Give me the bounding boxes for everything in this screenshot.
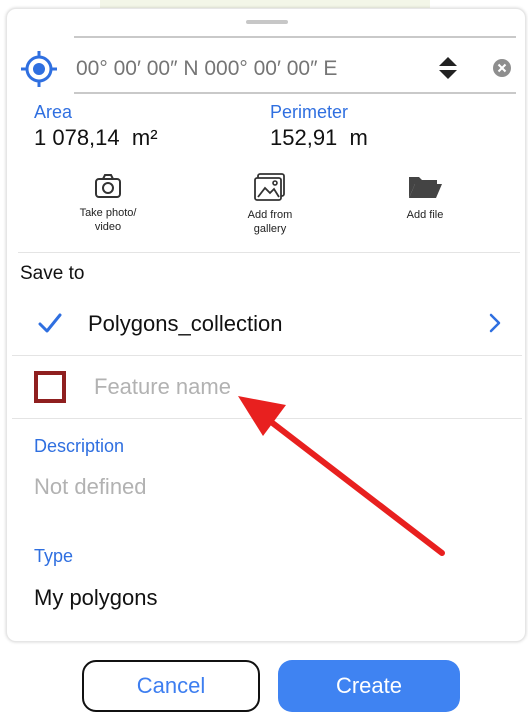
folder-icon	[409, 177, 442, 198]
collection-name: Polygons_collection	[88, 311, 283, 336]
area-metric: Area 1 078,14 m²	[34, 102, 158, 151]
create-button[interactable]: Create	[278, 660, 460, 712]
feature-name-checkbox[interactable]	[34, 371, 66, 403]
add-file-label: Add file	[406, 209, 444, 221]
sheet-grabber[interactable]	[246, 20, 288, 24]
cancel-button[interactable]: Cancel	[82, 660, 260, 712]
add-from-gallery-label-2: gallery	[253, 223, 287, 235]
area-label: Area	[34, 102, 73, 122]
up-down-arrows-icon[interactable]	[437, 54, 459, 82]
checkmark-icon	[38, 313, 62, 333]
perimeter-metric: Perimeter 152,91 m	[270, 102, 368, 151]
perimeter-label: Perimeter	[270, 102, 349, 122]
gallery-icon	[254, 173, 285, 201]
attachment-actions: Take photo/ video Add from gallery Add f…	[20, 172, 520, 246]
type-value[interactable]: My polygons	[34, 585, 158, 611]
perimeter-value: 152,91 m	[270, 125, 368, 150]
actions-divider	[18, 252, 520, 253]
coordinate-field-bottom-border	[74, 92, 516, 94]
take-photo-button[interactable]: Take photo/ video	[48, 172, 168, 234]
area-value: 1 078,14 m²	[34, 125, 158, 150]
chevron-right-icon	[489, 313, 501, 333]
feature-name-row	[12, 356, 522, 416]
clear-icon[interactable]	[492, 58, 512, 78]
feature-name-input[interactable]	[94, 372, 474, 402]
coordinates-input[interactable]	[76, 54, 406, 84]
feature-divider	[12, 418, 522, 419]
add-file-button[interactable]: Add file	[365, 172, 485, 222]
coordinate-field-top-border	[74, 36, 516, 38]
type-label: Type	[34, 546, 74, 566]
coordinates-row	[20, 36, 516, 96]
add-from-gallery-label-1: Add from	[247, 209, 293, 221]
camera-icon	[95, 174, 121, 198]
add-from-gallery-button[interactable]: Add from gallery	[210, 172, 330, 236]
locate-icon[interactable]	[20, 50, 58, 88]
take-photo-label-2: video	[94, 221, 122, 233]
take-photo-label-1: Take photo/	[79, 207, 137, 219]
description-label: Description	[34, 436, 125, 456]
save-to-label: Save to	[20, 263, 85, 284]
description-value[interactable]: Not defined	[34, 474, 147, 500]
collection-selector[interactable]: Polygons_collection	[12, 296, 522, 354]
